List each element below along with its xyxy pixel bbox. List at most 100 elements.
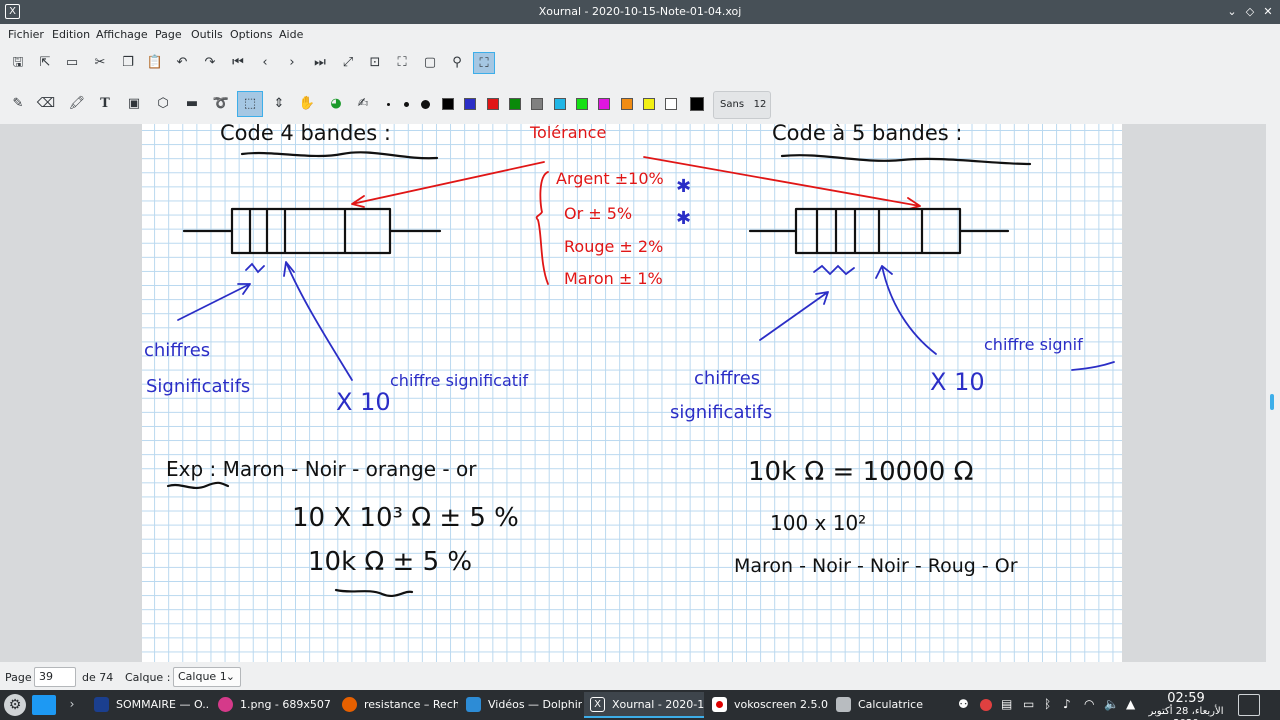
fullscreen-icon[interactable]: ⛶ xyxy=(473,52,495,74)
blue-arrow-chiffres-left xyxy=(177,283,251,321)
current-color[interactable] xyxy=(690,97,704,111)
export-icon[interactable]: ⇱ xyxy=(34,52,56,74)
tray-expand-icon[interactable]: ▲ xyxy=(1126,697,1135,711)
search-icon[interactable]: ⚲ xyxy=(446,52,468,74)
menu-options[interactable]: Options xyxy=(230,28,272,41)
volume-icon[interactable]: 🔈 xyxy=(1104,697,1119,711)
shape-icon[interactable]: ⬡ xyxy=(152,93,174,115)
canvas-area[interactable]: Code 4 bandes : Tolérance Code à 5 bande… xyxy=(0,124,1266,662)
maximize-button[interactable]: ◇ xyxy=(1242,4,1258,20)
font-size: 12 xyxy=(753,99,767,110)
color-white[interactable] xyxy=(665,98,677,110)
microphone-icon[interactable]: ♪ xyxy=(1063,697,1071,711)
window-title: Xournal - 2020-10-15-Note-01-04.xoj xyxy=(538,5,742,18)
page-label: Page xyxy=(5,671,32,684)
app-launcher-icon[interactable]: ⚙ xyxy=(4,694,26,716)
save-icon[interactable]: 🖫 xyxy=(7,52,29,74)
thick-stroke-icon[interactable] xyxy=(421,100,430,109)
zoom-box-icon[interactable]: ▢ xyxy=(419,52,441,74)
device-icon[interactable]: ▭ xyxy=(1023,697,1034,711)
font-button[interactable]: Sans 12 xyxy=(713,91,771,119)
color-light-blue[interactable] xyxy=(554,98,566,110)
minimize-button[interactable]: ⌄ xyxy=(1224,4,1240,20)
menu-edition[interactable]: Edition xyxy=(52,28,90,41)
menu-page[interactable]: Page xyxy=(155,28,182,41)
color-blue[interactable] xyxy=(464,98,476,110)
color-green[interactable] xyxy=(509,98,521,110)
copy-icon[interactable]: ❐ xyxy=(117,52,139,74)
last-page-icon[interactable]: ⏭ xyxy=(309,52,331,74)
menu-outils[interactable]: Outils xyxy=(191,28,223,41)
resistor-left-body xyxy=(230,207,392,255)
task-sommaire[interactable]: SOMMAIRE — O... xyxy=(88,692,210,718)
pen-icon[interactable]: ✎ xyxy=(7,93,29,115)
blue-arrow-chiffres-right xyxy=(759,291,829,341)
color-red[interactable] xyxy=(487,98,499,110)
thin-stroke-icon[interactable] xyxy=(387,103,390,106)
color-gray[interactable] xyxy=(531,98,543,110)
vertical-space-icon[interactable]: ⇕ xyxy=(268,93,290,115)
redo-icon[interactable]: ↷ xyxy=(199,52,221,74)
menu-affichage[interactable]: Affichage xyxy=(96,28,148,41)
layer-select[interactable]: Calque 1 ⌄ xyxy=(173,667,241,687)
text-icon[interactable]: T xyxy=(94,93,116,115)
color-yellow[interactable] xyxy=(643,98,655,110)
undo-icon[interactable]: ↶ xyxy=(171,52,193,74)
close-button[interactable]: ✕ xyxy=(1260,4,1276,20)
hand-icon[interactable]: ✋ xyxy=(296,93,318,115)
squiggle xyxy=(245,262,265,274)
cut-icon[interactable]: ✂ xyxy=(89,52,111,74)
highlighter-icon[interactable]: 🖍 xyxy=(66,93,88,115)
task-image-viewer[interactable]: 1.png - 689x507 -... xyxy=(212,692,334,718)
example-line-1: Exp : Maron - Noir - orange - or xyxy=(166,457,477,481)
paste-icon[interactable]: 📋 xyxy=(144,52,166,74)
clock[interactable]: 02:59 الأربعاء، 28 أكتوبر 2020 xyxy=(1143,692,1229,720)
page-total: de 74 xyxy=(82,671,114,684)
color-orange[interactable] xyxy=(621,98,633,110)
ruler-icon[interactable]: ▬ xyxy=(181,93,203,115)
task-xournal[interactable]: X Xournal - 2020-1... xyxy=(584,692,704,718)
previous-page-icon[interactable]: ‹ xyxy=(254,52,276,74)
color-light-green[interactable] xyxy=(576,98,588,110)
task-label: 1.png - 689x507 -... xyxy=(240,698,334,711)
task-calculatrice[interactable]: Calculatrice xyxy=(830,692,952,718)
eraser-icon[interactable]: ⌫ xyxy=(35,93,57,115)
lasso-icon[interactable]: ➰ xyxy=(210,93,232,115)
image-icon[interactable]: ▣ xyxy=(123,93,145,115)
note-page[interactable]: Code 4 bandes : Tolérance Code à 5 bande… xyxy=(142,124,1122,662)
record-icon[interactable] xyxy=(980,699,992,711)
terminal-icon[interactable]: › xyxy=(64,697,80,713)
zoom-fit-icon[interactable]: ⤢ xyxy=(337,52,359,74)
first-page-icon[interactable]: ⏮ xyxy=(227,52,249,74)
task-vokoscreen[interactable]: vokoscreen 2.5.0 xyxy=(706,692,828,718)
menu-fichier[interactable]: Fichier xyxy=(8,28,44,41)
rect-select-icon[interactable]: ⬚ xyxy=(237,91,263,117)
open-icon[interactable]: ▭ xyxy=(61,52,83,74)
example-line-3: 10k Ω ± 5 % xyxy=(308,547,472,577)
page-number-input[interactable]: 39 xyxy=(34,667,76,687)
example-line-2: 10 X 10³ Ω ± 5 % xyxy=(292,503,519,533)
vertical-scrollbar[interactable] xyxy=(1266,124,1280,662)
default-tool-icon[interactable]: ◕ xyxy=(325,93,347,115)
zoom-page-icon[interactable]: ⊡ xyxy=(364,52,386,74)
network-icon[interactable]: ◠ xyxy=(1084,697,1094,711)
scrollbar-thumb[interactable] xyxy=(1270,394,1274,410)
shape-recognizer-icon[interactable]: ✍ xyxy=(352,93,374,115)
medium-stroke-icon[interactable] xyxy=(404,102,409,107)
blue-arrow-x10-right xyxy=(875,265,937,355)
menu-aide[interactable]: Aide xyxy=(279,28,303,41)
bluetooth-icon[interactable]: ᛒ xyxy=(1044,697,1051,711)
recorder-icon[interactable]: ⚉ xyxy=(958,697,969,711)
show-desktop-icon[interactable] xyxy=(32,695,56,715)
task-firefox[interactable]: resistance – Rech... xyxy=(336,692,458,718)
color-black[interactable] xyxy=(442,98,454,110)
next-page-icon[interactable]: › xyxy=(281,52,303,74)
color-magenta[interactable] xyxy=(598,98,610,110)
zoom-width-icon[interactable]: ⛶ xyxy=(391,52,413,74)
task-dolphin[interactable]: Vidéos — Dolphin xyxy=(460,692,582,718)
clipboard-icon[interactable]: ▤ xyxy=(1001,697,1012,711)
desktop-peek-icon[interactable] xyxy=(1238,694,1260,716)
handwriting-layer: Code 4 bandes : Tolérance Code à 5 bande… xyxy=(144,124,1115,598)
title-bar: X Xournal - 2020-10-15-Note-01-04.xoj ⌄ … xyxy=(0,0,1280,24)
font-name: Sans xyxy=(720,99,745,110)
